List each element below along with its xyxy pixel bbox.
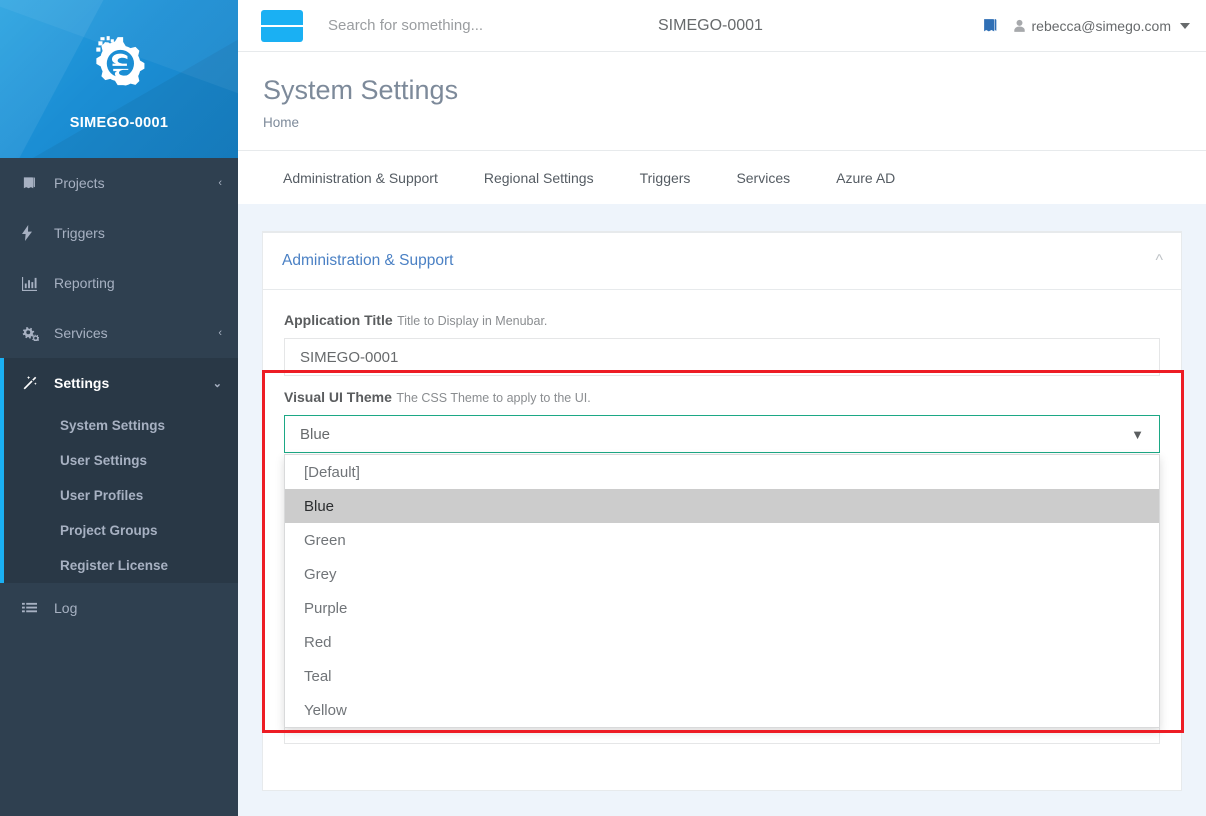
sidebar-item-log[interactable]: Log bbox=[0, 583, 238, 633]
panel-header: Administration & Support ^ bbox=[263, 233, 1181, 291]
sidebar-subitem-label: Project Groups bbox=[60, 523, 158, 538]
list-icon bbox=[22, 601, 44, 616]
chevron-down-icon: ▼ bbox=[1131, 426, 1144, 442]
sidebar-item-label: Triggers bbox=[54, 225, 105, 241]
sidebar-subitem-label: System Settings bbox=[60, 418, 166, 433]
sidebar-subitem-label: User Profiles bbox=[60, 488, 144, 503]
field-visual-ui-theme: Visual UI Theme The CSS Theme to apply t… bbox=[284, 389, 1160, 729]
hamburger-bar bbox=[289, 24, 303, 27]
app-root: SIMEGO-0001 Projects ‹ Triggers Reportin… bbox=[0, 0, 1206, 816]
sidebar-item-label: Log bbox=[54, 600, 78, 616]
tab-services[interactable]: Services bbox=[713, 151, 813, 205]
docs-book-icon[interactable] bbox=[982, 17, 999, 34]
tab-bar: Administration & Support Regional Settin… bbox=[238, 150, 1206, 205]
content-area: Administration & Support ^ Application T… bbox=[238, 204, 1206, 792]
tab-azure-ad[interactable]: Azure AD bbox=[813, 151, 918, 205]
breadcrumb: Home bbox=[263, 115, 300, 131]
sidebar-item-projects[interactable]: Projects ‹ bbox=[0, 158, 238, 208]
chevron-left-icon: ‹ bbox=[218, 177, 222, 189]
sidebar-item-label: Reporting bbox=[54, 275, 115, 291]
sidebar-item-label: Projects bbox=[54, 175, 105, 191]
bolt-icon bbox=[22, 225, 44, 241]
visual-theme-label: Visual UI Theme The CSS Theme to apply t… bbox=[284, 389, 1160, 407]
user-menu[interactable]: rebecca@simego.com bbox=[1013, 17, 1190, 34]
dropdown-option-grey[interactable]: Grey bbox=[285, 557, 1159, 591]
field-label: Application Title bbox=[284, 312, 393, 329]
sidebar-nav: Projects ‹ Triggers Reporting Services ‹… bbox=[0, 158, 238, 633]
hamburger-icon[interactable] bbox=[261, 9, 303, 42]
selected-value: Blue bbox=[300, 425, 331, 443]
tab-administration-support[interactable]: Administration & Support bbox=[260, 151, 461, 205]
application-title-label: Application Title Title to Display in Me… bbox=[284, 312, 1160, 330]
sidebar-item-user-settings[interactable]: User Settings bbox=[0, 443, 238, 478]
panel-title: Administration & Support bbox=[282, 252, 454, 270]
visual-theme-select[interactable]: Blue ▼ bbox=[284, 415, 1160, 454]
field-hint: Title to Display in Menubar. bbox=[397, 314, 548, 329]
search-input[interactable] bbox=[328, 17, 658, 34]
dropdown-option-blue[interactable]: Blue bbox=[285, 489, 1159, 524]
sidebar-subitem-label: Register License bbox=[60, 558, 169, 573]
tab-triggers[interactable]: Triggers bbox=[617, 151, 714, 205]
topbar-title: SIMEGO-0001 bbox=[658, 16, 763, 34]
sidebar-item-services[interactable]: Services ‹ bbox=[0, 308, 238, 358]
book-icon bbox=[22, 176, 44, 191]
magic-wand-icon bbox=[22, 375, 44, 391]
sidebar-item-settings[interactable]: Settings ⌄ bbox=[0, 358, 238, 408]
page-header: System Settings Home bbox=[238, 52, 1206, 151]
user-icon bbox=[1013, 19, 1026, 33]
chevron-left-icon: ‹ bbox=[218, 327, 222, 339]
dropdown-option-teal[interactable]: Teal bbox=[285, 659, 1159, 693]
chevron-down-icon: ⌄ bbox=[212, 377, 222, 390]
tab-regional-settings[interactable]: Regional Settings bbox=[461, 151, 617, 205]
sidebar-item-register-license[interactable]: Register License bbox=[0, 548, 238, 583]
page-title: System Settings bbox=[263, 75, 459, 105]
sidebar-item-user-profiles[interactable]: User Profiles bbox=[0, 478, 238, 513]
sidebar-item-label: Services bbox=[54, 325, 108, 341]
bar-chart-icon bbox=[22, 276, 44, 291]
topbar-right: rebecca@simego.com bbox=[982, 17, 1190, 34]
topbar: SIMEGO-0001 rebecca@simego.com bbox=[238, 0, 1206, 52]
caret-down-icon bbox=[1180, 22, 1190, 29]
panel-administration-support: Administration & Support ^ Application T… bbox=[262, 231, 1182, 792]
dropdown-option-red[interactable]: Red bbox=[285, 625, 1159, 659]
sidebar-item-system-settings[interactable]: System Settings bbox=[0, 408, 238, 443]
sidebar-submenu-settings: System Settings User Settings User Profi… bbox=[0, 358, 238, 583]
brand-name: SIMEGO-0001 bbox=[69, 115, 169, 131]
sidebar-item-label: Settings bbox=[54, 375, 110, 391]
dropdown-option-green[interactable]: Green bbox=[285, 523, 1159, 557]
sidebar-item-project-groups[interactable]: Project Groups bbox=[0, 513, 238, 548]
sidebar-subitem-label: User Settings bbox=[60, 453, 148, 468]
application-title-input[interactable] bbox=[284, 338, 1160, 377]
field-label: Visual UI Theme bbox=[284, 389, 392, 406]
hamburger-bar bbox=[275, 24, 289, 27]
brand-header: SIMEGO-0001 bbox=[0, 0, 238, 158]
visual-theme-dropdown[interactable]: [Default] Blue Green Grey Purple Red Tea… bbox=[284, 454, 1160, 729]
sidebar: SIMEGO-0001 Projects ‹ Triggers Reportin… bbox=[0, 0, 238, 816]
chevron-up-icon[interactable]: ^ bbox=[1155, 253, 1163, 269]
dropdown-option-default[interactable]: [Default] bbox=[285, 455, 1159, 489]
hamburger-bar bbox=[261, 24, 275, 27]
field-hint: The CSS Theme to apply to the UI. bbox=[396, 391, 591, 406]
panel-body: Application Title Title to Display in Me… bbox=[263, 290, 1181, 745]
field-application-title: Application Title Title to Display in Me… bbox=[284, 312, 1160, 377]
user-email: rebecca@simego.com bbox=[1031, 17, 1172, 34]
dropdown-option-purple[interactable]: Purple bbox=[285, 591, 1159, 625]
sidebar-item-triggers[interactable]: Triggers bbox=[0, 208, 238, 258]
cogs-icon bbox=[22, 326, 44, 341]
main-area: SIMEGO-0001 rebecca@simego.com System Se… bbox=[238, 0, 1206, 816]
sidebar-item-reporting[interactable]: Reporting bbox=[0, 258, 238, 308]
dropdown-option-yellow[interactable]: Yellow bbox=[285, 693, 1159, 727]
gear-s-logo-icon bbox=[86, 31, 152, 102]
